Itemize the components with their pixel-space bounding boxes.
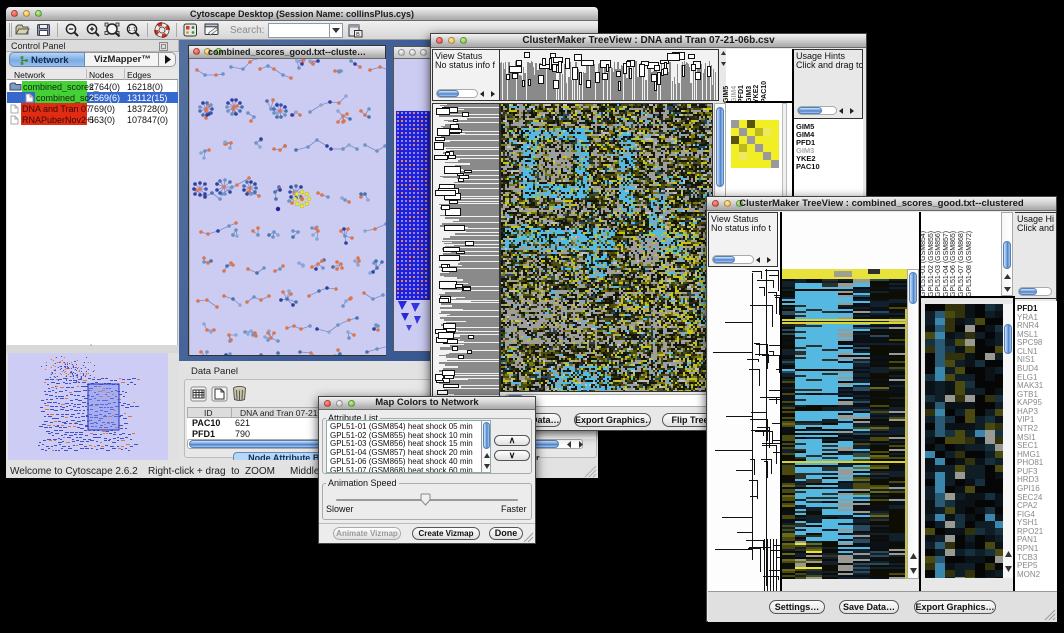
svg-text:B: B	[356, 32, 360, 38]
svg-text:1:1: 1:1	[128, 27, 136, 33]
